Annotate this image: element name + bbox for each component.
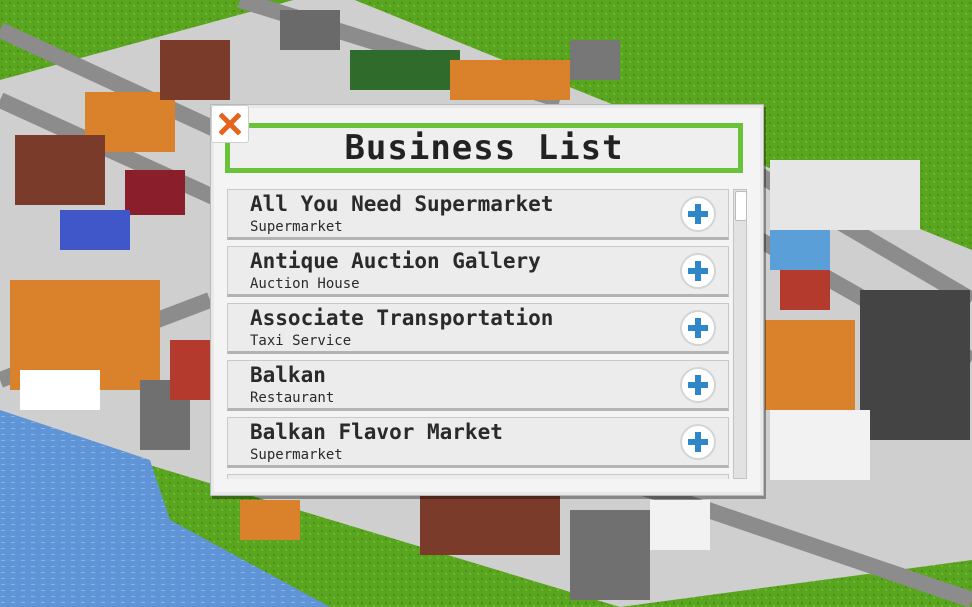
business-type: Taxi Service [250,333,352,349]
title-bar: Business List [225,123,743,173]
business-type: Supermarket [250,447,343,463]
plus-icon [688,204,708,224]
add-business-button[interactable] [680,253,716,289]
list-item[interactable]: Balkan Restaurant [227,360,729,411]
add-business-button[interactable] [680,424,716,460]
business-name: Balkan Flavor Market [250,420,503,444]
business-type: Supermarket [250,219,343,235]
dialog-title: Business List [344,128,624,168]
list-item[interactable]: Antique Auction Gallery Auction House [227,246,729,297]
business-list-dialog: Business List All You Need Supermarket S… [210,104,764,496]
list-item[interactable]: Balkan Flavor Market Supermarket [227,417,729,468]
list-item[interactable]: All You Need Supermarket Supermarket [227,189,729,240]
business-list[interactable]: All You Need Supermarket Supermarket Ant… [227,189,729,479]
scrollbar-thumb[interactable] [735,191,747,221]
plus-icon [688,318,708,338]
list-item[interactable]: Associate Transportation Taxi Service [227,303,729,354]
list-item[interactable] [227,474,729,479]
close-x-icon [219,113,241,135]
business-name: Balkan [250,363,326,387]
plus-icon [688,432,708,452]
business-type: Auction House [250,276,360,292]
add-business-button[interactable] [680,310,716,346]
plus-icon [688,261,708,281]
scrollbar[interactable] [733,189,747,479]
plus-icon [688,375,708,395]
business-type: Restaurant [250,390,335,406]
business-name: Associate Transportation [250,306,554,330]
close-button[interactable] [211,105,249,143]
business-name: All You Need Supermarket [250,192,554,216]
add-business-button[interactable] [680,367,716,403]
business-name: Antique Auction Gallery [250,249,541,273]
add-business-button[interactable] [680,196,716,232]
